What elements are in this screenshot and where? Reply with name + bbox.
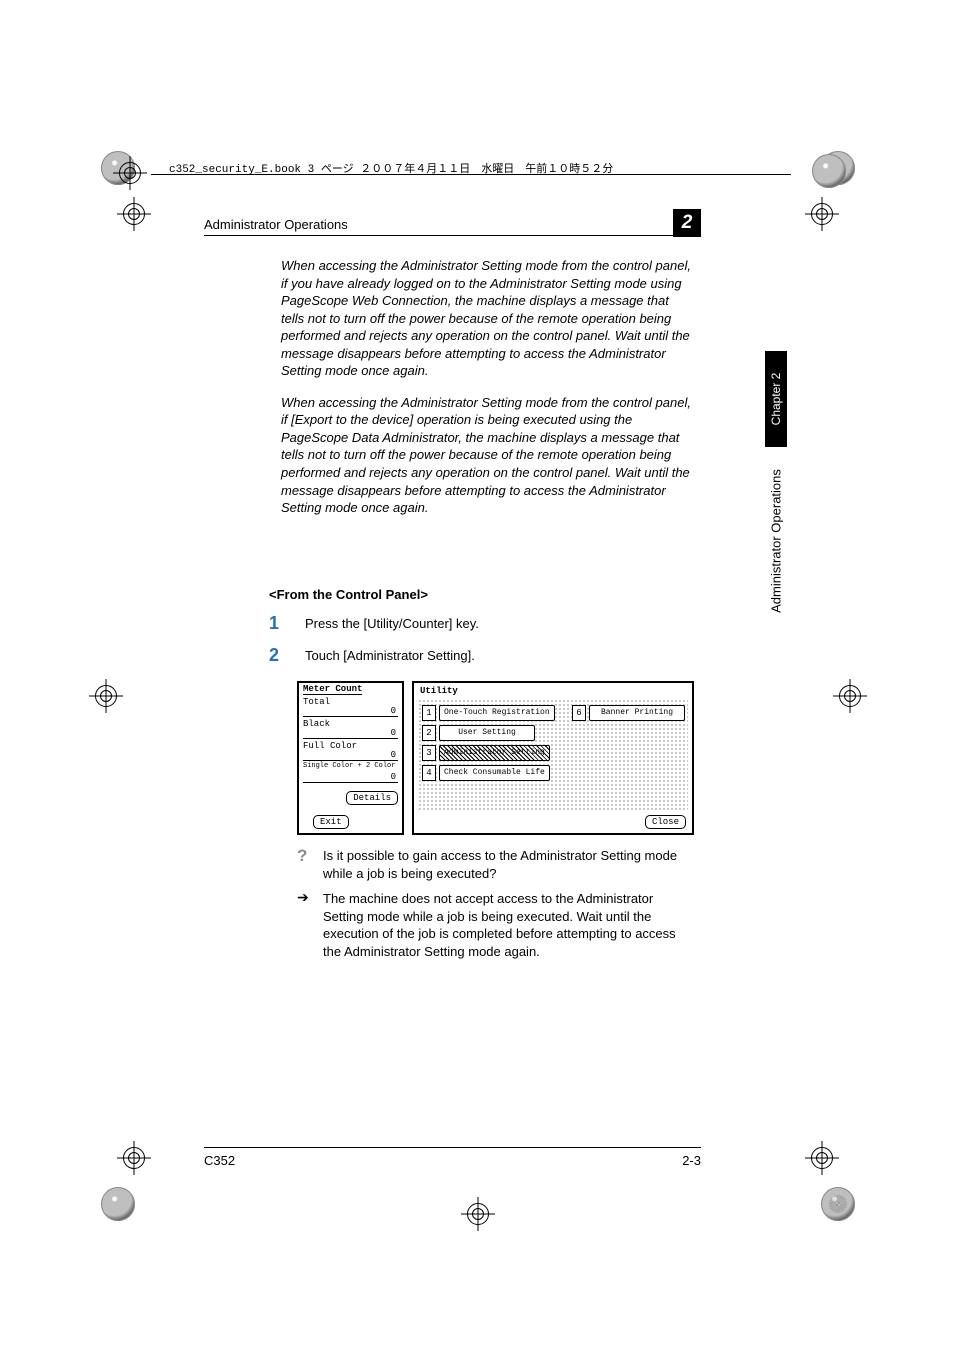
corner-ball-br	[821, 1187, 855, 1221]
qa-answer: The machine does not accept access to th…	[323, 890, 689, 960]
step-text: Touch [Administrator Setting].	[305, 646, 689, 664]
meter-count-panel: Meter Count Total 0 Black 0 Full Color 0…	[297, 681, 404, 835]
side-tab-label: Chapter 2	[769, 373, 783, 426]
details-button[interactable]: Details	[346, 791, 398, 805]
chapter-number-box: 2	[673, 209, 701, 237]
exit-button[interactable]: Exit	[313, 815, 349, 829]
meter-row-fullcolor: Full Color 0	[303, 741, 398, 761]
print-header-bar: c352_security_E.book 3 ページ ２００７年４月１１日 水曜…	[151, 156, 791, 186]
reg-mark-bl	[117, 1141, 151, 1175]
meter-label: Total	[303, 697, 330, 707]
utility-item-label: Administrator Setting	[439, 745, 550, 761]
running-head: Administrator Operations	[204, 217, 701, 232]
meter-row-total: Total 0	[303, 697, 398, 717]
footer-right: 2-3	[682, 1153, 701, 1168]
reg-mark-tr	[805, 197, 839, 231]
exit-button-label: Exit	[313, 815, 349, 829]
utility-item-number: 4	[422, 765, 436, 781]
step-1: 1 Press the [Utility/Counter] key.	[269, 614, 689, 632]
reg-mark-ml	[89, 679, 123, 713]
utility-item-4[interactable]: 4 Check Consumable Life	[422, 765, 550, 781]
question-mark-icon: ?	[297, 847, 313, 882]
subheading: <From the Control Panel>	[269, 587, 428, 602]
utility-item-label: Banner Printing	[589, 705, 685, 721]
close-button-label: Close	[645, 815, 686, 829]
print-header-ball	[812, 154, 846, 188]
meter-value: 0	[391, 772, 396, 782]
meter-row-black: Black 0	[303, 719, 398, 739]
reg-mark-mr	[833, 679, 867, 713]
body-text: When accessing the Administrator Setting…	[281, 257, 691, 531]
meter-label: Single Color + 2 Color	[303, 763, 395, 770]
details-button-label: Details	[346, 791, 398, 805]
utility-item-label: Check Consumable Life	[439, 765, 550, 781]
meter-value: 0	[391, 728, 396, 738]
reg-mark-tl	[117, 197, 151, 231]
utility-item-2[interactable]: 2 User Setting	[422, 725, 535, 741]
meter-row-singlecolor: Single Color + 2 Color 0	[303, 763, 398, 783]
step-2: 2 Touch [Administrator Setting].	[269, 646, 689, 664]
paragraph-1: When accessing the Administrator Setting…	[281, 257, 691, 380]
corner-ball-bl	[101, 1187, 135, 1221]
utility-item-number: 3	[422, 745, 436, 761]
step-number: 1	[269, 614, 287, 632]
paragraph-2: When accessing the Administrator Setting…	[281, 394, 691, 517]
page: c352_security_E.book 3 ページ ２００７年４月１１日 水曜…	[0, 0, 954, 1352]
qa-answer-row: ➔ The machine does not accept access to …	[297, 890, 689, 960]
steps-list: 1 Press the [Utility/Counter] key. 2 Tou…	[269, 614, 689, 678]
reg-mark-br	[805, 1141, 839, 1175]
meter-value: 0	[391, 750, 396, 760]
meter-title: Meter Count	[303, 685, 362, 695]
footer-rule	[204, 1147, 701, 1148]
print-header-regmark	[113, 156, 147, 190]
meter-label: Black	[303, 719, 330, 729]
utility-item-3-admin-setting[interactable]: 3 Administrator Setting	[422, 745, 550, 761]
utility-item-number: 6	[572, 705, 586, 721]
side-tab: Chapter 2	[765, 351, 787, 447]
meter-value: 0	[391, 706, 396, 716]
utility-item-6[interactable]: 6 Banner Printing	[572, 705, 685, 721]
qa-question: Is it possible to gain access to the Adm…	[323, 847, 689, 882]
utility-item-number: 2	[422, 725, 436, 741]
side-vertical-label-container: Administrator Operations	[765, 461, 787, 621]
arrow-icon: ➔	[297, 890, 313, 960]
touch-panel-screenshot: Meter Count Total 0 Black 0 Full Color 0…	[297, 681, 692, 833]
utility-item-label: One-Touch Registration	[439, 705, 555, 721]
reg-mark-bc	[461, 1197, 495, 1231]
close-button[interactable]: Close	[645, 815, 686, 829]
utility-panel: Utility 1 One-Touch Registration 2 User …	[412, 681, 694, 835]
side-vertical-label: Administrator Operations	[769, 469, 784, 613]
step-text: Press the [Utility/Counter] key.	[305, 614, 689, 632]
utility-item-label: User Setting	[439, 725, 535, 741]
utility-item-number: 1	[422, 705, 436, 721]
meter-label: Full Color	[303, 741, 357, 751]
running-head-rule	[204, 235, 701, 236]
step-number: 2	[269, 646, 287, 664]
footer-left: C352	[204, 1153, 235, 1168]
utility-title: Utility	[420, 686, 458, 696]
utility-item-1[interactable]: 1 One-Touch Registration	[422, 705, 555, 721]
qa-block: ? Is it possible to gain access to the A…	[297, 847, 689, 968]
qa-question-row: ? Is it possible to gain access to the A…	[297, 847, 689, 882]
